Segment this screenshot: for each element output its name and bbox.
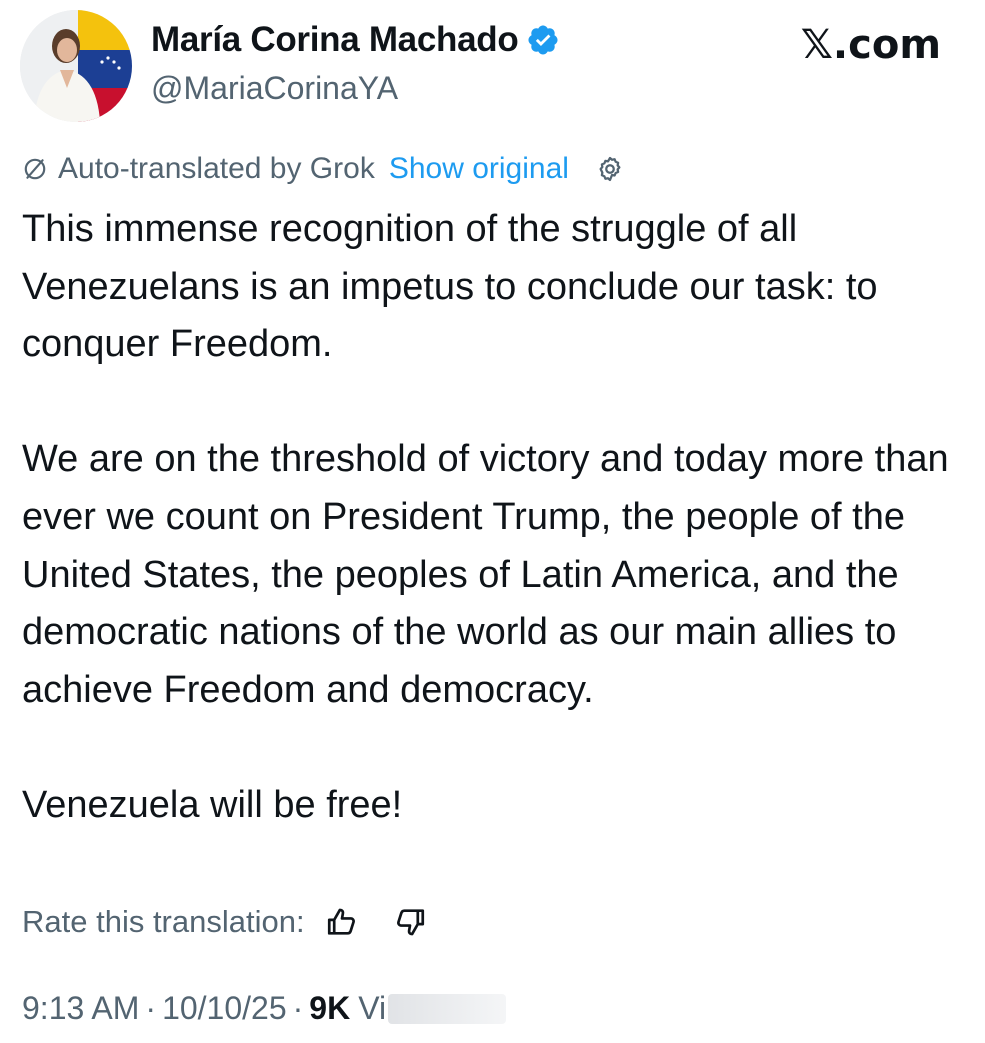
tweet-paragraph: This immense recognition of the struggle… bbox=[22, 208, 878, 366]
tweet-paragraph: We are on the threshold of victory and t… bbox=[22, 438, 949, 711]
avatar[interactable] bbox=[20, 10, 132, 122]
thumbs-up-icon[interactable] bbox=[325, 905, 359, 939]
meta-separator: · bbox=[145, 990, 157, 1026]
display-name[interactable]: María Corina Machado bbox=[151, 20, 519, 60]
show-original-link[interactable]: Show original bbox=[389, 152, 569, 186]
watermark-overlay bbox=[388, 993, 507, 1024]
site-label-text: 𝕏.com bbox=[800, 22, 941, 68]
tweet-meta: 9:13 AM · 10/10/25 · 9K Vi bbox=[22, 990, 507, 1027]
tweet-time[interactable]: 9:13 AM bbox=[22, 990, 139, 1027]
gear-icon[interactable] bbox=[595, 154, 625, 184]
site-label: 𝕏.com bbox=[801, 22, 941, 68]
tweet-paragraph: Venezuela will be free! bbox=[22, 783, 403, 826]
views-count: 9K bbox=[309, 990, 351, 1026]
verified-badge-icon bbox=[528, 25, 558, 55]
profile-photo bbox=[20, 10, 132, 122]
translate-icon bbox=[24, 158, 46, 180]
author-handle[interactable]: @MariaCorinaYA bbox=[151, 70, 398, 107]
tweet-date[interactable]: 10/10/25 bbox=[162, 990, 287, 1027]
translation-label: Auto-translated by Grok bbox=[58, 152, 375, 185]
rate-translation-label: Rate this translation: bbox=[22, 904, 305, 939]
thumbs-down-icon[interactable] bbox=[393, 905, 427, 939]
rate-translation-row: Rate this translation: bbox=[22, 904, 427, 940]
views-label: Vi bbox=[358, 990, 387, 1026]
tweet-screenshot: María Corina Machado @MariaCorinaYA 𝕏.co… bbox=[0, 0, 985, 1043]
meta-separator: · bbox=[292, 990, 304, 1026]
author-name-row[interactable]: María Corina Machado bbox=[151, 20, 560, 60]
tweet-text: This immense recognition of the struggle… bbox=[22, 201, 972, 835]
translation-bar: Auto-translated by Grok Show original bbox=[22, 152, 625, 186]
